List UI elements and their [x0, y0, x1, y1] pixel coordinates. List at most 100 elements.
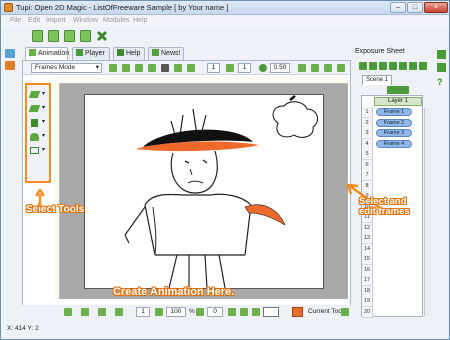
- current-tool-label: Current Tool: [308, 308, 344, 315]
- frame-row-number: 3: [362, 128, 373, 139]
- tab-scene-1[interactable]: Scene 1: [362, 75, 392, 85]
- new-document-icon[interactable]: [32, 30, 43, 42]
- pencil-tool[interactable]: ▾: [28, 90, 47, 100]
- frame-forward-icon[interactable]: [148, 64, 156, 72]
- character-drawing: [124, 95, 319, 289]
- group-icon[interactable]: [174, 64, 182, 72]
- menu-window[interactable]: Window: [73, 17, 98, 24]
- close-button[interactable]: ×: [424, 2, 448, 13]
- copy-frame-icon[interactable]: [122, 64, 130, 72]
- onion-spin[interactable]: 1: [238, 63, 251, 73]
- check-icon[interactable]: [228, 308, 236, 316]
- maximize-button[interactable]: □: [407, 2, 423, 13]
- brush-tool[interactable]: ▾: [28, 104, 47, 114]
- canvas-bottom-toolbar: 1 100 % 0 Current Tool: [22, 305, 351, 319]
- help-question-icon[interactable]: ?: [437, 77, 443, 87]
- menu-file[interactable]: File: [10, 17, 21, 24]
- window-title: Tupi: Open 2D Magic - ListOfFreeware Sam…: [16, 3, 229, 12]
- remove-frame-icon[interactable]: [389, 62, 397, 70]
- add-layer-icon[interactable]: [387, 86, 409, 94]
- onion-skin-icon[interactable]: [226, 64, 234, 72]
- frame-spin[interactable]: 1: [207, 63, 220, 73]
- tab-news[interactable]: News!: [148, 47, 184, 60]
- menu-modules[interactable]: Modules: [103, 17, 129, 24]
- add-frame-icon[interactable]: [379, 62, 387, 70]
- frame-cell[interactable]: Frame 3: [376, 129, 412, 137]
- bottom-frame-spin[interactable]: 1: [136, 307, 150, 317]
- copy-frame-icon[interactable]: [399, 62, 407, 70]
- safe-area-icon[interactable]: [337, 64, 345, 72]
- annotation-create-animation: Create Animation Here.: [113, 286, 235, 298]
- insert-layer-icon[interactable]: [359, 62, 367, 70]
- frame-row-number: 17: [362, 275, 373, 286]
- align-icon[interactable]: [109, 64, 117, 72]
- tab-animation[interactable]: Animation: [25, 47, 70, 61]
- frame-row-number: 4: [362, 138, 373, 150]
- frame-cell[interactable]: Frame 4: [376, 139, 412, 148]
- film-icon: [29, 49, 36, 56]
- paste-frame-icon[interactable]: [135, 64, 143, 72]
- selection-tool[interactable]: ▾: [29, 132, 47, 142]
- mode-select-value: Frames Mode: [35, 64, 76, 71]
- chevron-down-icon: ▾: [42, 133, 46, 139]
- scenes-icon[interactable]: [437, 63, 446, 72]
- trash-icon[interactable]: [161, 64, 169, 72]
- pen-preview-icon[interactable]: [240, 308, 248, 316]
- fullscreen-icon[interactable]: [324, 64, 332, 72]
- frame-cell[interactable]: Frame 2: [376, 118, 412, 127]
- frame-row-number: 6: [362, 159, 373, 171]
- layer-header[interactable]: Layer 1: [374, 97, 422, 106]
- move-down-icon[interactable]: [419, 62, 427, 70]
- menu-help[interactable]: Help: [133, 17, 147, 24]
- frame-row-number: 16: [362, 264, 373, 276]
- color-palette-icon[interactable]: [5, 61, 15, 70]
- move-up-icon[interactable]: [409, 62, 417, 70]
- tab-help[interactable]: Help: [113, 47, 145, 60]
- work-area[interactable]: [60, 84, 348, 299]
- rotate-icon[interactable]: [311, 64, 319, 72]
- bucket-icon: [31, 119, 38, 127]
- menu-import[interactable]: Import: [46, 17, 66, 24]
- library-icon[interactable]: [5, 49, 15, 58]
- fill-tool[interactable]: ▾: [29, 118, 47, 128]
- frame-cell[interactable]: Frame 1: [376, 108, 412, 116]
- zoom-fit-icon[interactable]: [64, 308, 72, 316]
- main-toolbar: [1, 28, 449, 45]
- vertical-ruler: [53, 83, 60, 299]
- panel-float-icon[interactable]: [437, 50, 446, 59]
- tab-animation-label: Animation: [38, 50, 70, 57]
- chevron-down-icon: ▾: [42, 91, 46, 97]
- flip-icon[interactable]: [98, 308, 106, 316]
- pencil-icon: [28, 91, 41, 98]
- grid-icon[interactable]: [298, 64, 306, 72]
- frame-row-number: 1: [362, 107, 373, 118]
- frame-row-number: 20: [362, 306, 373, 318]
- save-as-icon[interactable]: [80, 30, 91, 42]
- frame-row-number: 12: [362, 222, 373, 234]
- pen-color-swatch[interactable]: [263, 307, 279, 317]
- close-project-icon[interactable]: [96, 30, 108, 42]
- exposure-scrollbar[interactable]: [424, 108, 432, 316]
- remove-layer-icon[interactable]: [369, 62, 377, 70]
- app-logo-icon: [4, 3, 13, 12]
- shape-tool[interactable]: ▾: [29, 146, 47, 156]
- zoom-icon[interactable]: [155, 308, 163, 316]
- drawing-canvas[interactable]: [84, 94, 324, 289]
- resize-icon[interactable]: [115, 308, 123, 316]
- minimize-button[interactable]: –: [390, 2, 406, 13]
- save-icon[interactable]: [64, 30, 75, 42]
- opacity-icon[interactable]: [259, 64, 267, 72]
- menu-edit[interactable]: Edit: [28, 17, 40, 24]
- fill-color-swatch[interactable]: [292, 307, 303, 317]
- tab-player[interactable]: Player: [72, 47, 110, 60]
- rotation-icon[interactable]: [196, 308, 204, 316]
- mode-select[interactable]: Frames Mode ▾: [31, 63, 102, 73]
- frame-row-number: 13: [362, 233, 373, 244]
- ungroup-icon[interactable]: [187, 64, 195, 72]
- hide-icon[interactable]: [252, 308, 260, 316]
- grid-toggle-icon[interactable]: [81, 308, 89, 316]
- open-document-icon[interactable]: [48, 30, 59, 42]
- opacity-spin[interactable]: 0.50: [270, 63, 290, 73]
- rotation-spin[interactable]: 0: [207, 307, 223, 317]
- zoom-spin[interactable]: 100: [166, 307, 186, 317]
